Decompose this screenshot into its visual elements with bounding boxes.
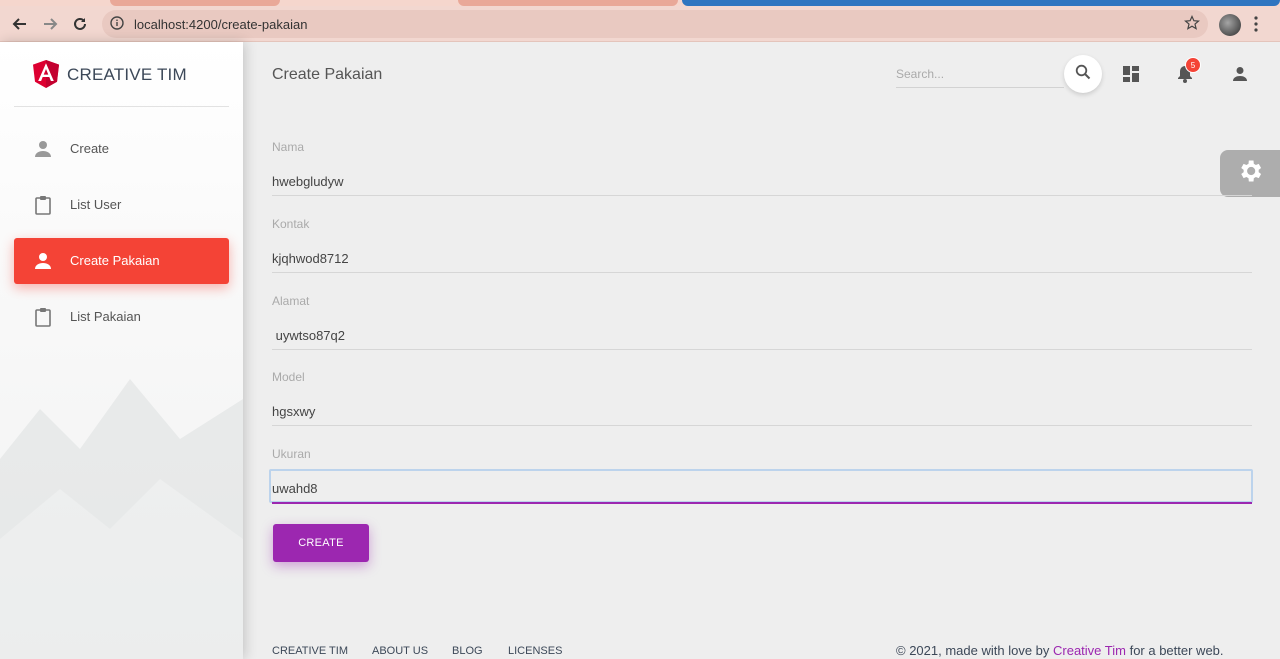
search-button[interactable]	[1064, 55, 1102, 93]
sidebar-item-create-pakaian[interactable]: Create Pakaian	[14, 238, 229, 284]
clipboard-icon	[31, 305, 55, 329]
sidebar-background-image	[0, 379, 243, 659]
footer-copyright: © 2021, made with love by Creative Tim f…	[896, 643, 1224, 658]
divider	[14, 106, 229, 107]
brand[interactable]: CREATIVE TIM	[0, 42, 243, 106]
account-person-icon[interactable]	[1228, 62, 1252, 86]
nama-label: Nama	[272, 140, 305, 154]
kontak-label: Kontak	[272, 217, 310, 231]
alamat-label: Alamat	[272, 294, 310, 308]
input-underline	[272, 195, 1252, 196]
input-underline	[272, 425, 1252, 426]
sidebar-item-list-user[interactable]: List User	[14, 182, 229, 228]
reload-icon[interactable]	[68, 12, 92, 36]
footer-link-about-us[interactable]: ABOUT US	[372, 645, 428, 657]
nama-field[interactable]: hwebgludyw	[272, 174, 1252, 189]
page-title: Create Pakaian	[272, 66, 383, 83]
sidebar-item-label: Create	[70, 141, 110, 156]
person-icon	[31, 137, 55, 161]
sidebar-item-label: List Pakaian	[70, 309, 141, 324]
input-underline	[272, 349, 1252, 350]
sidebar-item-create[interactable]: Create	[14, 126, 229, 172]
brand-name: CREATIVE TIM	[67, 65, 187, 84]
search-field[interactable]	[896, 60, 1064, 88]
footer-link-blog[interactable]: BLOG	[452, 645, 483, 657]
sidebar-item-label: Create Pakaian	[70, 253, 160, 268]
copyright-suffix: for a better web.	[1125, 643, 1224, 658]
browser-toolbar: localhost:4200/create-pakaian	[0, 6, 1280, 42]
input-underline-focused	[272, 502, 1252, 504]
sidebar: CREATIVE TIM Create List User Create Pak…	[0, 42, 243, 659]
angular-logo-icon	[33, 60, 59, 93]
bookmark-star-icon[interactable]	[1184, 15, 1200, 36]
create-button[interactable]: CREATE	[273, 524, 369, 562]
search-input[interactable]	[896, 64, 1064, 84]
footer-link-creative-tim[interactable]: CREATIVE TIM	[272, 645, 348, 657]
person-icon	[31, 249, 55, 273]
kontak-field[interactable]: kjqhwod8712	[272, 251, 1252, 266]
alamat-field[interactable]: uywtso87q2	[272, 328, 1252, 343]
sidebar-item-label: List User	[70, 197, 122, 212]
search-icon	[1075, 64, 1091, 85]
copyright-text: © 2021, made with love by	[896, 643, 1053, 658]
browser-menu-icon[interactable]	[1254, 16, 1258, 37]
address-bar[interactable]: localhost:4200/create-pakaian	[102, 10, 1208, 38]
ukuran-label: Ukuran	[272, 447, 311, 461]
url-text[interactable]: localhost:4200/create-pakaian	[134, 17, 307, 32]
forward-arrow-icon[interactable]	[38, 12, 62, 36]
model-field[interactable]: hgsxwy	[272, 404, 1252, 419]
ukuran-field[interactable]: uwahd8	[272, 481, 1252, 496]
input-underline	[272, 272, 1252, 273]
creative-tim-link[interactable]: Creative Tim	[1053, 643, 1126, 658]
info-icon[interactable]	[110, 16, 124, 35]
model-label: Model	[272, 370, 305, 384]
footer-link-licenses[interactable]: LICENSES	[508, 645, 562, 657]
notification-badge: 5	[1185, 57, 1201, 73]
sidebar-item-list-pakaian[interactable]: List Pakaian	[14, 294, 229, 340]
back-arrow-icon[interactable]	[8, 12, 32, 36]
dashboard-icon[interactable]	[1119, 62, 1143, 86]
clipboard-icon	[31, 193, 55, 217]
profile-avatar[interactable]	[1219, 14, 1241, 36]
